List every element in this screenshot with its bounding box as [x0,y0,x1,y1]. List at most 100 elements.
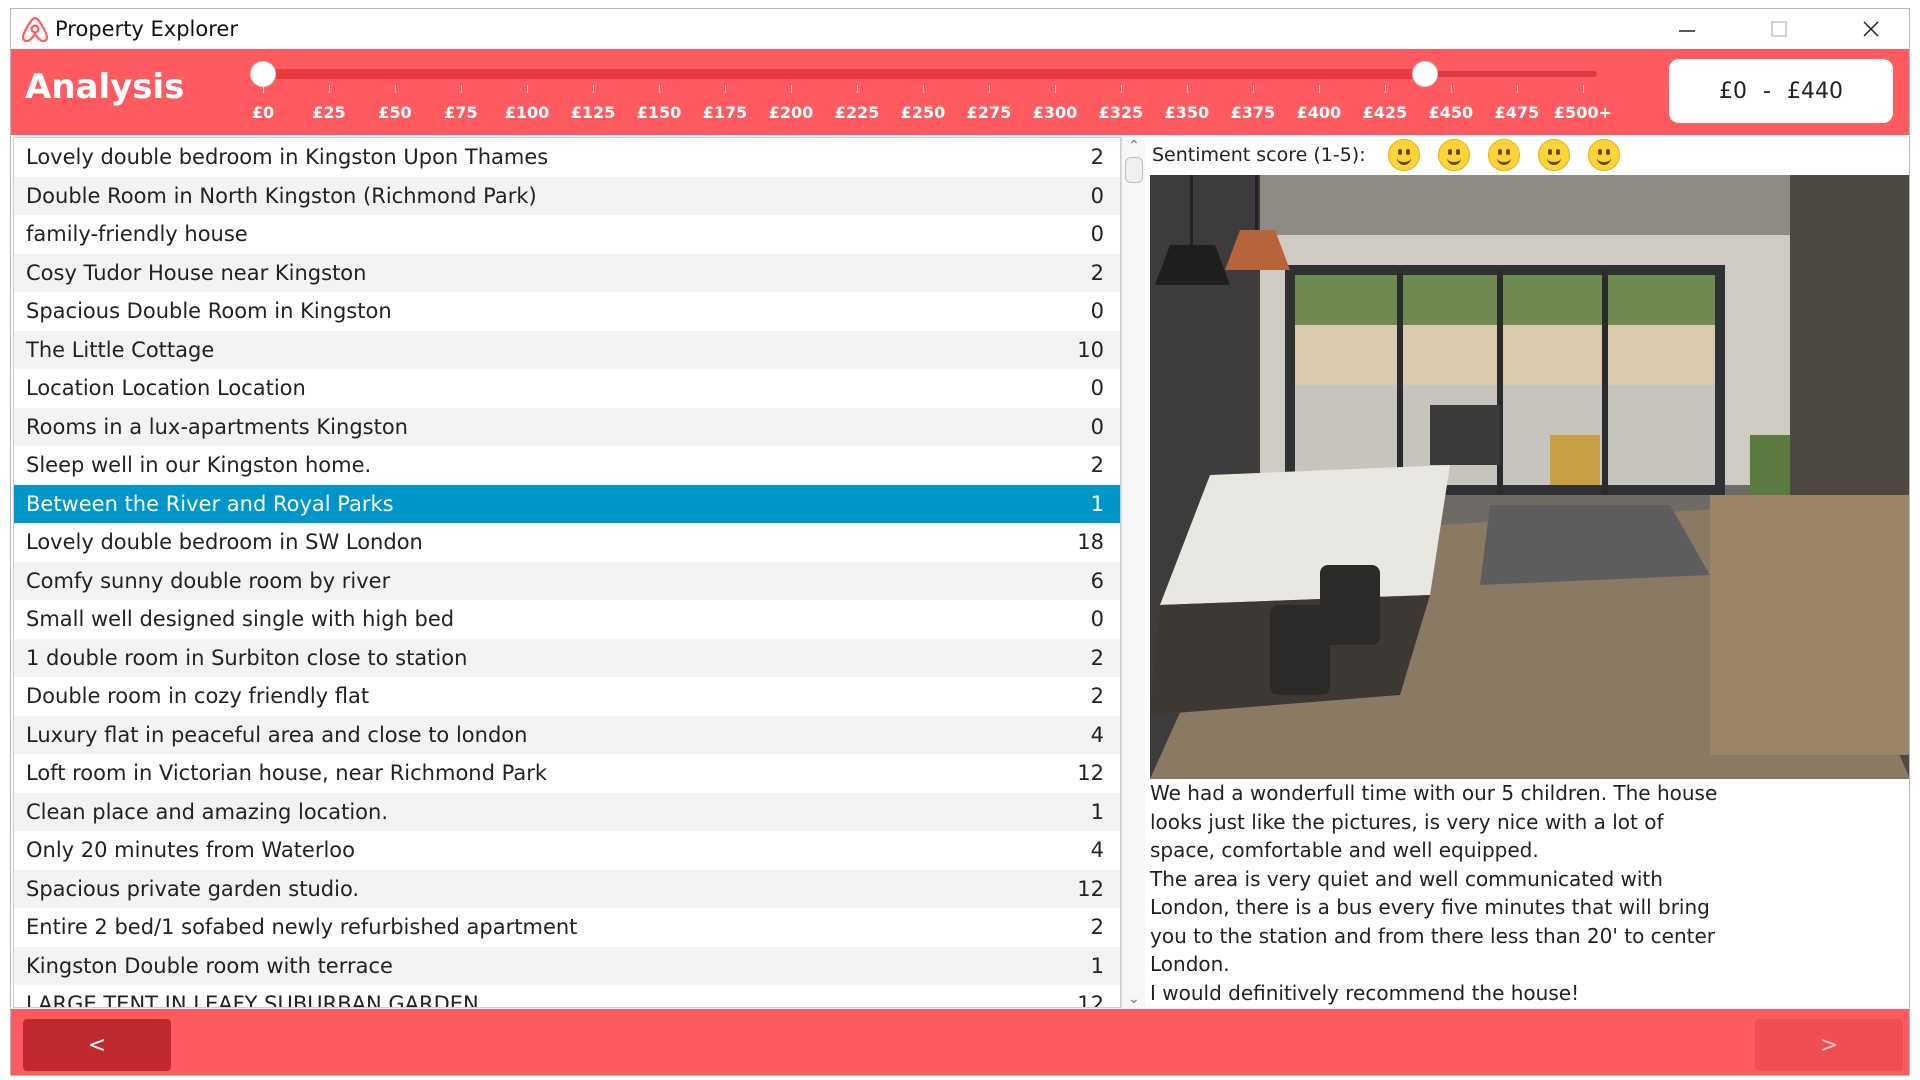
listing-row[interactable]: Location Location Location 0 [14,369,1120,408]
listing-row[interactable]: Comfy sunny double room by river 6 [14,561,1120,600]
listing-review-count: 0 [1090,299,1104,324]
listing-name: Between the River and Royal Parks [26,491,394,516]
review-text: We had a wonderfull time with our 5 chil… [1150,779,1900,1007]
listing-review-count: 2 [1090,915,1104,940]
slider-tick [1582,85,1584,93]
listing-row[interactable]: Small well designed single with high bed… [14,600,1120,639]
listing-name: Lovely double bedroom in SW London [26,530,423,555]
slider-tick-label: £450 [1428,103,1474,122]
slider-tick [460,85,462,93]
listing-name: LARGE TENT IN LEAFY SUBURBAN GARDEN [26,992,479,1008]
slider-tick-label: £425 [1362,103,1408,122]
slider-tick-label: £100 [504,103,550,122]
listing-row[interactable]: Between the River and Royal Parks 1 [14,484,1120,523]
slider-tick-label: £400 [1296,103,1342,122]
listing-name: Spacious Double Room in Kingston [26,299,392,324]
listing-name: Kingston Double room with terrace [26,953,393,978]
listing-name: Only 20 minutes from Waterloo [26,838,356,863]
listing-review-count: 12 [1077,876,1104,901]
next-button[interactable]: > [1755,1019,1903,1071]
review-line: you to the station and from there less t… [1150,923,1716,948]
slider-tick [1450,85,1452,93]
scroll-up-arrow-icon[interactable]: ⌃ [1122,137,1146,155]
listing-name: Double Room in North Kingston (Richmond … [26,183,537,208]
property-photo [1150,175,1909,779]
listing-row[interactable]: Double Room in North Kingston (Richmond … [14,176,1120,215]
slider-tick [1384,85,1386,93]
slider-tick [328,85,330,93]
range-separator: - [1763,78,1771,104]
listing-review-count: 18 [1077,530,1104,555]
slider-tick [856,85,858,93]
price-range-slider[interactable]: £0 £25 £50 £75 £100 £125 £150 £175 £200 £225 £250 £… [250,49,1647,135]
scroll-down-arrow-icon[interactable]: ⌄ [1122,990,1146,1008]
listing-name: Sleep well in our Kingston home. [26,453,372,478]
smiley-face-icon [1437,139,1470,171]
footer-bar: < > [11,1009,1909,1075]
listing-review-count: 0 [1090,222,1104,247]
listing-row[interactable]: 1 double room in Surbiton close to stati… [14,638,1120,677]
listing-row[interactable]: Cosy Tudor House near Kingston 2 [14,253,1120,292]
listing-row[interactable]: family-friendly house 0 [14,215,1120,254]
listing-review-count: 0 [1090,414,1104,439]
slider-tick [724,85,726,93]
listing-review-count: 0 [1090,607,1104,632]
slider-tick-label: £25 [312,103,346,122]
review-line: The area is very quiet and well communic… [1150,866,1663,891]
slider-tick [1516,85,1518,93]
review-line: I would definitively recommend the house… [1150,980,1580,1005]
slider-max-thumb[interactable] [1411,61,1438,87]
listing-name: 1 double room in Surbiton close to stati… [26,645,468,670]
listing-review-count: 1 [1090,953,1104,978]
slider-tick-label: £250 [900,103,946,122]
listing-row[interactable]: Rooms in a lux-apartments Kingston 0 [14,407,1120,446]
listing-row[interactable]: LARGE TENT IN LEAFY SUBURBAN GARDEN 12 [14,985,1120,1008]
listing-row[interactable]: Entire 2 bed/1 sofabed newly refurbished… [14,908,1120,947]
slider-tick-label: £75 [444,103,478,122]
sentiment-bar: Sentiment score (1-5): [1150,137,1909,173]
slider-tick [1054,85,1056,93]
listing-name: Entire 2 bed/1 sofabed newly refurbished… [26,915,578,940]
slider-tick [790,85,792,93]
listing-row[interactable]: Lovely double bedroom in SW London 18 [14,523,1120,562]
slider-tick [658,85,660,93]
maximize-button[interactable] [1733,9,1825,49]
slider-min-thumb[interactable] [250,61,276,87]
listing-name: family-friendly house [26,222,248,247]
listing-name: Double room in cozy friendly flat [26,684,370,709]
app-window: Property Explorer Analysis £0 £25 £50 £75 £1… [10,8,1910,1076]
slider-tick [526,85,528,93]
listing-row[interactable]: Luxury flat in peaceful area and close t… [14,715,1120,754]
listing-row[interactable]: Loft room in Victorian house, near Richm… [14,754,1120,793]
slider-tick-label: £375 [1230,103,1276,122]
slider-tick-label: £125 [570,103,616,122]
listing-row[interactable]: Spacious private garden studio. 12 [14,869,1120,908]
listing-list[interactable]: Lovely double bedroom in Kingston Upon T… [13,137,1121,1008]
listing-name: Spacious private garden studio. [26,876,360,901]
slider-tick [922,85,924,93]
listing-row[interactable]: The Little Cottage 10 [14,330,1120,369]
listing-row[interactable]: Double room in cozy friendly flat 2 [14,677,1120,716]
listing-row[interactable]: Only 20 minutes from Waterloo 4 [14,831,1120,870]
listing-row[interactable]: Clean place and amazing location. 1 [14,792,1120,831]
previous-button[interactable]: < [23,1019,171,1071]
sentiment-emojis [1387,139,1620,171]
list-scrollbar[interactable]: ⌃ ⌄ [1121,137,1145,1008]
listing-row[interactable]: Sleep well in our Kingston home. 2 [14,446,1120,485]
listing-name: The Little Cottage [26,337,215,362]
listing-row[interactable]: Lovely double bedroom in Kingston Upon T… [14,138,1120,177]
smiley-face-icon [1387,139,1420,171]
listing-review-count: 10 [1077,337,1104,362]
slider-tick-label: £500+ [1553,103,1612,122]
review-line: looks just like the pictures, is very ni… [1150,809,1664,834]
minimize-button[interactable] [1641,9,1733,49]
listing-review-count: 12 [1077,761,1104,786]
listing-row[interactable]: Spacious Double Room in Kingston 0 [14,292,1120,331]
slider-tick-label: £200 [768,103,814,122]
listing-review-count: 6 [1090,568,1104,593]
close-button[interactable] [1825,9,1909,49]
scrollbar-thumb[interactable] [1125,157,1143,183]
close-icon [1863,21,1879,37]
page-title: Analysis [25,67,185,107]
listing-row[interactable]: Kingston Double room with terrace 1 [14,946,1120,985]
